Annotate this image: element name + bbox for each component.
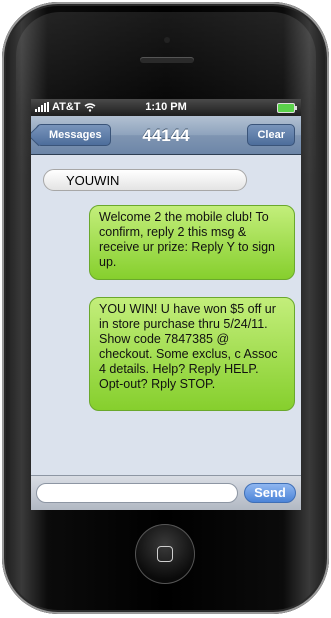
status-bar: AT&T 1:10 PM <box>31 99 301 116</box>
screen: AT&T 1:10 PM Messages 44144 Clear YOUWIN… <box>31 99 301 510</box>
navigation-bar: Messages 44144 Clear <box>31 116 301 155</box>
message-input[interactable] <box>36 483 238 503</box>
clear-button[interactable]: Clear <box>247 124 295 146</box>
camera <box>164 37 170 43</box>
message-bubble-received: Welcome 2 the mobile club! To confirm, r… <box>89 205 295 280</box>
message-thread[interactable]: YOUWIN Welcome 2 the mobile club! To con… <box>31 155 301 475</box>
home-button[interactable] <box>135 524 195 584</box>
message-bubble-sent: YOUWIN <box>43 169 247 191</box>
send-button[interactable]: Send <box>244 483 296 503</box>
messages-back-button[interactable]: Messages <box>36 124 111 146</box>
earpiece-speaker <box>140 57 194 63</box>
message-bubble-received: YOU WIN! U have won $5 off ur in store p… <box>89 297 295 411</box>
compose-bar: Send <box>31 475 301 510</box>
home-button-icon <box>157 546 173 562</box>
status-time: 1:10 PM <box>145 101 187 113</box>
battery-icon <box>277 103 297 113</box>
